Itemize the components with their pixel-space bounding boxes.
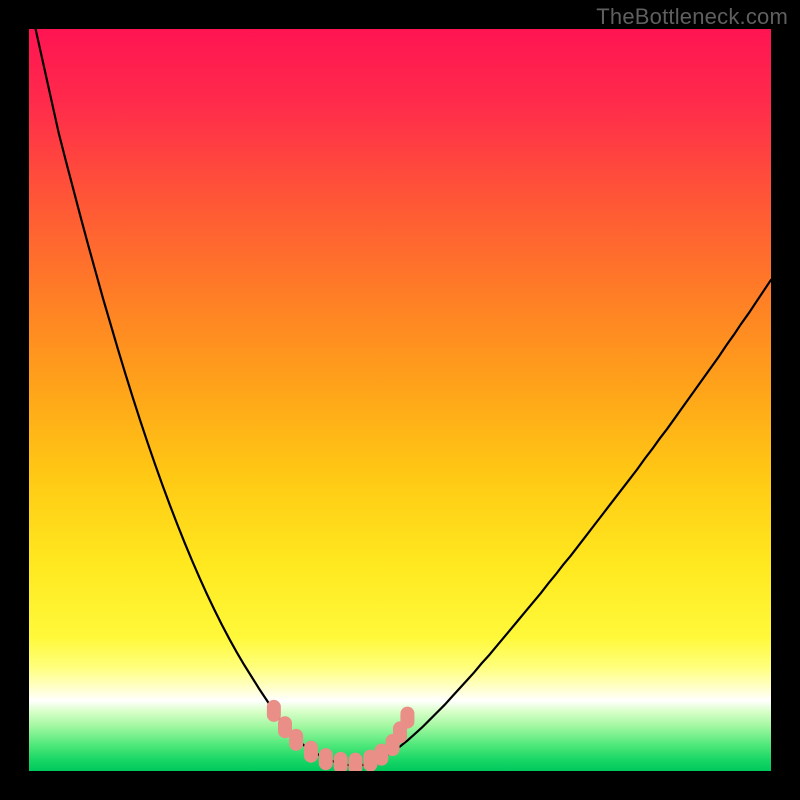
curve-marker	[304, 741, 318, 763]
curve-marker	[289, 729, 303, 751]
bottleneck-plot	[29, 29, 771, 771]
curve-marker	[319, 748, 333, 770]
curve-marker	[400, 707, 414, 729]
plot-background	[29, 29, 771, 771]
curve-marker	[348, 753, 362, 771]
watermark-text: TheBottleneck.com	[596, 4, 788, 30]
curve-marker	[334, 752, 348, 771]
curve-marker	[267, 700, 281, 722]
chart-frame: TheBottleneck.com	[0, 0, 800, 800]
plot-svg	[29, 29, 771, 771]
